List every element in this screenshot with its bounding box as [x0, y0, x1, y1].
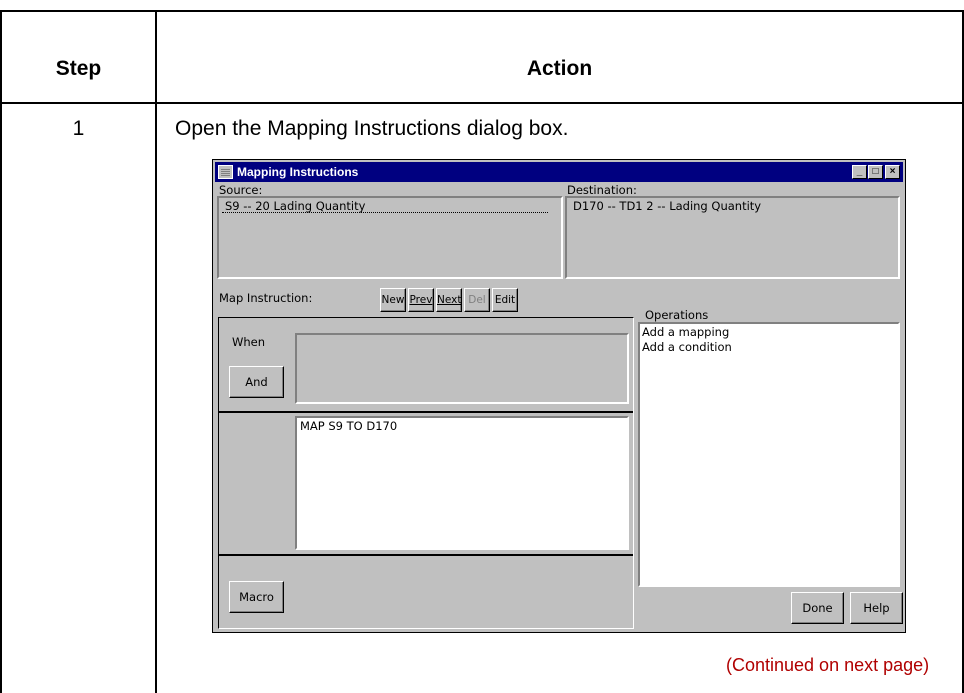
- header-step: Step: [55, 57, 102, 80]
- source-item[interactable]: S9 -- 20 Lading Quantity: [225, 199, 365, 213]
- operations-label: Operations: [645, 308, 709, 322]
- map-statement-text[interactable]: MAP S9 TO D170: [300, 419, 397, 433]
- panel-separator-top: [219, 411, 633, 413]
- dialog-titlebar[interactable]: Mapping Instructions _ □ ×: [215, 162, 903, 182]
- new-button[interactable]: New: [380, 288, 406, 312]
- when-label: When: [232, 335, 266, 349]
- source-item-focus-outline: [222, 212, 548, 213]
- destination-list[interactable]: D170 -- TD1 2 -- Lading Quantity: [565, 196, 900, 279]
- instruction-panel: When And MAP S9 TO D170 Macro: [218, 317, 634, 629]
- minimize-icon[interactable]: _: [852, 165, 867, 179]
- del-button[interactable]: Del: [464, 288, 490, 312]
- continued-note: (Continued on next page): [726, 655, 930, 675]
- map-instruction-label: Map Instruction:: [219, 291, 313, 305]
- table-header-divider: [0, 102, 964, 104]
- operations-item[interactable]: Add a mapping: [642, 325, 729, 339]
- and-button[interactable]: And: [229, 366, 284, 398]
- edit-button[interactable]: Edit: [492, 288, 518, 312]
- window-app-icon: [218, 165, 233, 179]
- done-button[interactable]: Done: [791, 592, 844, 624]
- close-icon[interactable]: ×: [885, 165, 900, 179]
- table-left-border: [0, 10, 2, 693]
- mapping-instructions-dialog: Mapping Instructions _ □ × Source: Desti…: [212, 159, 906, 633]
- prev-button[interactable]: Prev: [408, 288, 434, 312]
- header-action: Action: [526, 57, 593, 80]
- maximize-icon[interactable]: □: [868, 165, 883, 179]
- operations-item[interactable]: Add a condition: [642, 340, 732, 354]
- condition-field[interactable]: [295, 333, 629, 404]
- table-column-divider: [155, 10, 157, 693]
- table-top-border: [0, 10, 964, 12]
- panel-separator-bottom: [219, 554, 633, 556]
- operations-list[interactable]: Add a mapping Add a condition: [638, 322, 900, 587]
- step-instruction: Open the Mapping Instructions dialog box…: [175, 117, 569, 140]
- next-button[interactable]: Next: [436, 288, 462, 312]
- source-label: Source:: [219, 183, 263, 197]
- dialog-title: Mapping Instructions: [237, 165, 359, 179]
- help-button[interactable]: Help: [850, 592, 903, 624]
- macro-button[interactable]: Macro: [229, 581, 284, 613]
- destination-label: Destination:: [567, 183, 637, 197]
- source-list[interactable]: S9 -- 20 Lading Quantity: [217, 196, 563, 279]
- step-number: 1: [72, 117, 85, 140]
- map-statement-field[interactable]: MAP S9 TO D170: [295, 416, 629, 550]
- destination-item[interactable]: D170 -- TD1 2 -- Lading Quantity: [573, 199, 761, 213]
